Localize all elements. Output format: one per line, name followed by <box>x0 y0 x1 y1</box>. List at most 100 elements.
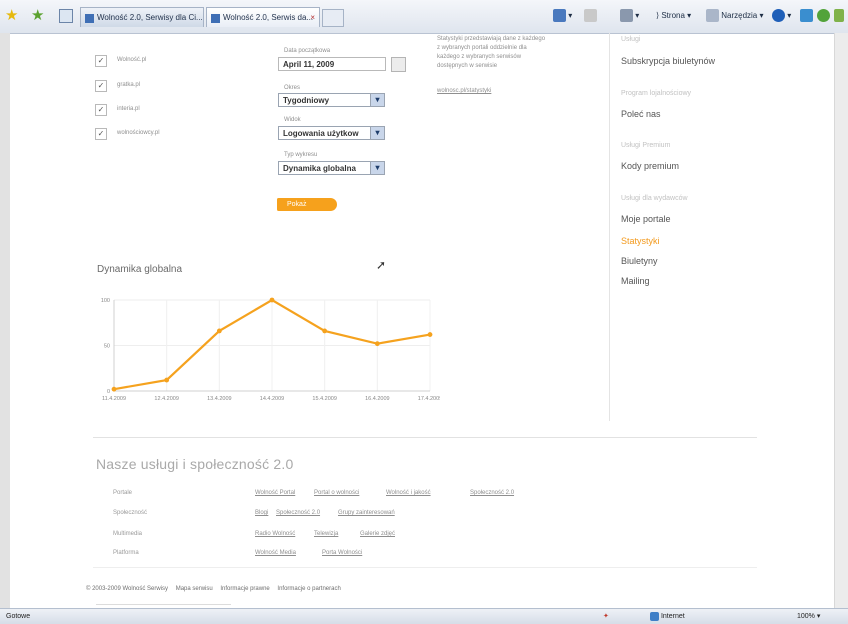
addon-icon <box>834 9 844 23</box>
service-link[interactable]: Galerie zdjęć <box>360 531 395 537</box>
help-button[interactable]: ▾ <box>772 7 791 25</box>
checkbox-label: Wolność.pl <box>117 57 147 63</box>
print-button[interactable]: ▾ <box>620 7 639 25</box>
sidebar-item-subscription[interactable]: Subskrypcja biuletynów <box>621 56 715 66</box>
chart-type-value: Dynamika globalna <box>283 164 356 173</box>
period-value: Tygodniowy <box>283 96 330 105</box>
data-point <box>269 297 275 303</box>
info-line: dostępnych w serwisie <box>437 63 498 69</box>
checkbox-label: wolnościowcy.pl <box>117 130 160 136</box>
show-button-label: Pokaż <box>287 201 307 208</box>
page-left-margin <box>0 33 10 608</box>
chart-title: Dynamika globalna <box>97 264 183 275</box>
x-tick-label: 13.4.2009 <box>207 396 231 402</box>
date-input[interactable]: April 11, 2009 <box>278 57 386 71</box>
page-menu-label: Strona <box>661 11 685 20</box>
sidebar-item-my-portals[interactable]: Moje portale <box>621 214 671 224</box>
checkbox-label: interia.pl <box>117 106 140 112</box>
messenger-button[interactable] <box>817 7 830 25</box>
zoom-value: 100% <box>797 613 815 620</box>
view-label: Widok <box>284 117 301 123</box>
sidebar-item-mailing[interactable]: Mailing <box>621 276 650 286</box>
sidebar-item-newsletters[interactable]: Biuletyny <box>621 256 658 266</box>
browser-tab-2[interactable]: Wolność 2.0, Serwis da... × <box>206 7 320 27</box>
vertical-scrollbar[interactable] <box>834 33 848 608</box>
sidebar-heading: Usługi dla wydawców <box>621 195 688 202</box>
service-link[interactable]: Telewizja <box>314 531 338 537</box>
tools-menu[interactable]: Narzędzia ▾ <box>706 7 764 25</box>
page-favicon-icon <box>211 14 220 23</box>
feeds-button[interactable] <box>584 7 597 25</box>
sidebar-divider <box>609 33 610 421</box>
data-point <box>216 328 222 334</box>
data-point <box>111 386 117 392</box>
service-link[interactable]: Wolność Portal <box>255 490 295 496</box>
page-favicon-icon <box>85 14 94 23</box>
y-tick-label: 100 <box>101 298 110 304</box>
service-link[interactable]: Społeczność 2.0 <box>470 490 514 496</box>
service-link[interactable]: Społeczność 2.0 <box>276 510 320 516</box>
service-row-label: Multimedia <box>113 531 143 537</box>
page-menu[interactable]: ⟩ Strona ▾ <box>656 7 691 25</box>
y-tick-label: 0 <box>107 389 110 395</box>
y-tick-labels: 100 50 0 <box>101 298 110 395</box>
sidebar-item-recommend[interactable]: Poleć nas <box>621 109 661 119</box>
service-link[interactable]: Blogi <box>255 510 268 516</box>
home-button[interactable]: ▾ <box>553 7 572 25</box>
service-link[interactable]: Wolność Media <box>255 550 296 556</box>
sidebar-item-premium-codes[interactable]: Kody premium <box>621 161 679 171</box>
sidebar-heading: Usługi Premium <box>621 142 671 149</box>
add-favorite-icon[interactable]: ★ <box>31 8 44 23</box>
show-button[interactable]: Pokaż <box>277 198 337 211</box>
sidebar-item-statistics[interactable]: Statystyki <box>621 236 660 246</box>
view-select[interactable]: Logowania użytkow ▾ <box>278 126 385 140</box>
calendar-button[interactable] <box>391 57 406 72</box>
browser-toolbar: ★ ★ Wolność 2.0, Serwisy dla Ci... Wolno… <box>0 0 848 34</box>
data-point <box>427 332 433 337</box>
footer-link[interactable]: Informacje prawne <box>220 586 269 592</box>
service-link[interactable]: Radio Wolność <box>255 531 295 537</box>
period-select[interactable]: Tygodniowy ▾ <box>278 93 385 107</box>
zone-indicator: Internet <box>650 609 685 624</box>
x-tick-labels: 11.4.2009 12.4.2009 13.4.2009 14.4.2009 15.4… <box>102 396 440 402</box>
footer-link[interactable]: Informacje o partnerach <box>277 586 340 592</box>
home-icon <box>553 9 566 23</box>
status-text: Gotowe <box>6 613 31 620</box>
chart-type-select[interactable]: Dynamika globalna ▾ <box>278 161 385 175</box>
x-tick-label: 14.4.2009 <box>260 396 284 402</box>
tab-title: Wolność 2.0, Serwis da... <box>223 13 314 22</box>
favorites-star-icon[interactable]: ★ <box>5 8 18 23</box>
browser-tab-1[interactable]: Wolność 2.0, Serwisy dla Ci... <box>80 7 204 27</box>
zoom-control[interactable]: 100% ▾ <box>797 609 820 624</box>
view-value: Logowania użytkow <box>283 129 359 138</box>
service-row-label: Portale <box>113 490 133 496</box>
security-icon: ✦ <box>603 613 609 620</box>
research-button[interactable] <box>800 7 813 25</box>
checkbox-portal-4[interactable]: ✓ <box>95 128 107 140</box>
checkbox-label: gratka.pl <box>117 82 141 88</box>
checkbox-portal-2[interactable]: ✓ <box>95 80 107 92</box>
mouse-cursor-icon: ➚ <box>376 258 387 272</box>
footer-link[interactable]: Mapa serwisu <box>176 586 213 592</box>
chevron-down-icon: ▾ <box>370 127 384 139</box>
info-link[interactable]: wolnosc.pl/statystyki <box>437 88 491 94</box>
sidebar-heading: Usługi <box>621 36 641 43</box>
service-link[interactable]: Grupy zainteresowań <box>338 510 395 516</box>
service-link[interactable]: Portal o wolności <box>314 490 359 496</box>
print-icon <box>620 9 633 23</box>
chart-grid <box>113 299 431 391</box>
research-icon <box>800 9 813 23</box>
new-tab-button[interactable] <box>322 9 344 27</box>
chevron-down-icon: ▾ <box>370 162 384 174</box>
chevron-down-icon: ▾ <box>370 94 384 106</box>
checkbox-portal-3[interactable]: ✓ <box>95 104 107 116</box>
extra-tool-button[interactable] <box>834 7 844 25</box>
service-link[interactable]: Porta Wolności <box>322 550 362 556</box>
service-link[interactable]: Wolność i jakość <box>386 490 431 496</box>
close-tab-icon[interactable]: × <box>310 8 315 27</box>
quick-tabs-icon[interactable] <box>59 9 73 23</box>
checkbox-portal-1[interactable]: ✓ <box>95 55 107 67</box>
data-point <box>322 328 328 334</box>
date-label: Data początkowa <box>284 48 331 54</box>
info-line: każdego z wybranych serwisów <box>437 54 522 60</box>
